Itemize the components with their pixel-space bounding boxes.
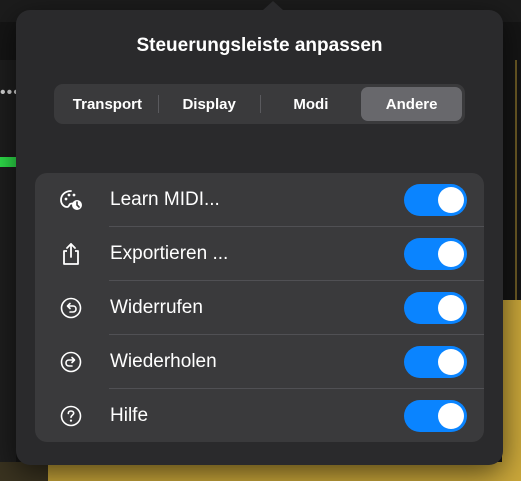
toggle-knob <box>438 187 464 213</box>
options-list: Learn MIDI... Exportieren ... Widerrufen… <box>35 173 484 442</box>
export-icon <box>59 242 83 266</box>
toggle-knob <box>438 349 464 375</box>
toggle-knob <box>438 241 464 267</box>
list-item-learn-midi: Learn MIDI... <box>35 173 484 227</box>
list-item-redo: Wiederholen <box>35 335 484 389</box>
list-item-help: Hilfe <box>35 389 484 442</box>
background-region-right <box>502 300 521 481</box>
popover-arrow <box>263 1 283 10</box>
help-toggle[interactable] <box>404 400 467 432</box>
category-segmented-control: Transport Display Modi Andere <box>54 84 465 124</box>
redo-toggle[interactable] <box>404 346 467 378</box>
help-label: Hilfe <box>110 405 149 426</box>
export-toggle[interactable] <box>404 238 467 270</box>
redo-label: Wiederholen <box>110 351 217 372</box>
tab-modi[interactable]: Modi <box>261 87 362 121</box>
tab-transport[interactable]: Transport <box>57 87 158 121</box>
tab-display[interactable]: Display <box>159 87 260 121</box>
popover-title: Steuerungsleiste anpassen <box>136 35 383 56</box>
learn-midi-icon <box>59 188 83 212</box>
toggle-knob <box>438 403 464 429</box>
screen: ••• Steuerungsleiste anpassen Transport … <box>0 0 521 481</box>
toggle-knob <box>438 295 464 321</box>
undo-label: Widerrufen <box>110 297 203 318</box>
background-track-headers <box>0 60 16 481</box>
help-icon <box>59 404 83 428</box>
background-playhead <box>515 60 517 300</box>
customize-control-bar-popover: Steuerungsleiste anpassen Transport Disp… <box>16 1 503 465</box>
undo-toggle[interactable] <box>404 292 467 324</box>
export-label: Exportieren ... <box>110 243 229 264</box>
undo-icon <box>59 296 83 320</box>
redo-icon <box>59 350 83 374</box>
list-item-export: Exportieren ... <box>35 227 484 281</box>
tab-andere[interactable]: Andere <box>361 87 462 121</box>
learn-midi-toggle[interactable] <box>404 184 467 216</box>
list-item-undo: Widerrufen <box>35 281 484 335</box>
learn-midi-label: Learn MIDI... <box>110 189 220 210</box>
